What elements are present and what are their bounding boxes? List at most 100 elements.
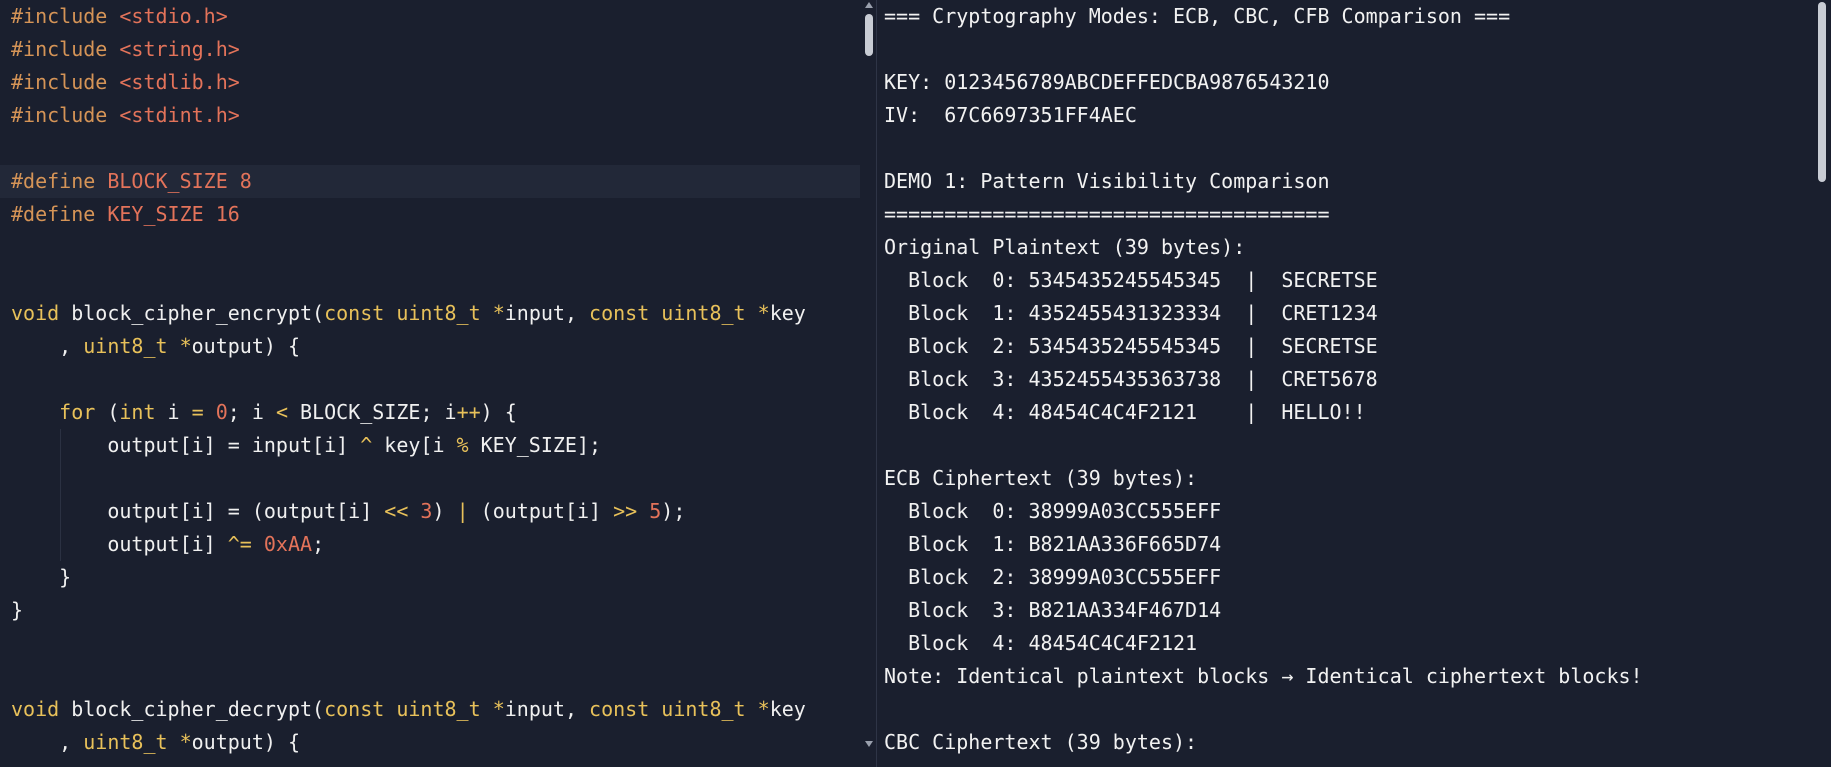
code-token: <string.h> [119,37,240,61]
code-line[interactable]: void block_cipher_encrypt(const uint8_t … [0,297,856,330]
code-line[interactable]: } [0,594,856,627]
code-line[interactable]: } [0,561,856,594]
code-line[interactable]: #include <stdlib.h> [0,66,856,99]
code-line[interactable] [0,363,856,396]
code-line[interactable]: #define KEY_SIZE 16 [0,198,856,231]
output-scrollbar[interactable] [1815,0,1829,767]
output-line: Note: Identical plaintext blocks → Ident… [884,664,1643,688]
output-scrollbar-thumb[interactable] [1818,2,1826,182]
indent-guide [60,462,61,495]
code-token: ; i [227,400,276,424]
code-token: ) [432,499,457,523]
output-line: Block 3: B821AA334F467D14 [884,598,1222,622]
code-token: >> [613,499,638,523]
output-line: Block 0: 38999A03CC555EFF [884,499,1222,523]
code-token: uint8_t [396,697,481,721]
code-token: 0 [215,400,228,424]
code-token: input, [504,301,590,325]
code-token: block_cipher_decrypt( [59,697,325,721]
editor-scrollbar[interactable] [862,0,876,767]
code-token: * [179,730,192,754]
code-token: int [119,400,156,424]
output-line: Block 1: 4352455431323334 | CRET1234 [884,301,1378,325]
code-line[interactable]: for (int i = 0; i < BLOCK_SIZE; i++) { [0,396,856,429]
code-line[interactable]: #define BLOCK_SIZE 8 [0,165,860,198]
code-token: const [324,301,385,325]
code-token: <stdio.h> [119,4,228,28]
code-line[interactable]: #include <string.h> [0,33,856,66]
code-editor[interactable]: #include <stdio.h> #include <string.h> #in… [0,0,876,767]
code-line[interactable] [0,264,856,297]
code-line[interactable] [0,660,856,693]
code-line[interactable]: #include <stdint.h> [0,99,856,132]
output-lines: === Cryptography Modes: ECB, CBC, CFB Co… [877,0,1811,759]
output-line: Block 4: 48454C4C4F2121 [884,631,1198,655]
code-line[interactable]: output[i] ^= 0xAA; [0,528,856,561]
code-line[interactable] [0,132,856,165]
code-line[interactable] [0,231,856,264]
code-token: ++ [456,400,481,424]
scroll-down-arrow-icon[interactable] [865,741,873,747]
code-token: KEY_SIZE]; [468,433,602,457]
code-token: } [11,598,24,622]
output-line: KEY: 0123456789ABCDEFFEDCBA9876543210 [884,70,1330,94]
code-line[interactable]: output[i] = (output[i] << 3) | (output[i… [0,495,856,528]
code-token: <stdlib.h> [119,70,240,94]
code-line[interactable]: #include <stdio.h> [0,0,856,33]
code-line[interactable]: , uint8_t *output) { [0,330,856,363]
indent-guide [60,495,61,528]
code-token: ^= [227,532,252,556]
code-lines: #include <stdio.h> #include <string.h> #in… [0,0,860,759]
code-line[interactable] [0,627,856,660]
code-token: output[i] = (output[i] [11,499,385,523]
code-token: output) { [191,730,301,754]
terminal-output: === Cryptography Modes: ECB, CBC, CFB Co… [877,0,1831,767]
code-token: #define [11,169,108,193]
output-line: CBC Ciphertext (39 bytes): [884,730,1198,754]
code-token: % [456,433,469,457]
code-token: #include [11,70,120,94]
code-token: * [492,697,505,721]
code-line[interactable]: output[i] = input[i] ^ key[i % KEY_SIZE]… [0,429,856,462]
code-token: void [11,697,60,721]
output-line: Block 0: 5345435245545345 | SECRETSE [884,268,1378,292]
code-line[interactable]: void block_cipher_decrypt(const uint8_t … [0,693,856,726]
code-token: , [11,334,84,358]
output-line: Block 2: 38999A03CC555EFF [884,565,1222,589]
output-line: Block 4: 48454C4C4F2121 | HELLO!! [884,400,1366,424]
code-token: * [757,697,770,721]
code-line[interactable] [0,462,856,495]
output-line: IV: 67C6697351FF4AEC [884,103,1137,127]
code-token: #include [11,37,120,61]
code-token: uint8_t [661,697,746,721]
output-line: Original Plaintext (39 bytes): [884,235,1246,259]
code-token: BLOCK_SIZE 8 [107,169,252,193]
code-token: 0xAA [263,532,313,556]
code-token: key [769,301,806,325]
scroll-up-arrow-icon[interactable] [865,2,873,8]
code-token: = [191,400,204,424]
code-token: ); [661,499,686,523]
code-token: key [769,697,806,721]
code-token: ^ [360,433,373,457]
output-line: Block 3: 4352455435363738 | CRET5678 [884,367,1378,391]
code-token: void [11,301,60,325]
code-token: BLOCK_SIZE; i [288,400,457,424]
code-line[interactable]: , uint8_t *output) { [0,726,856,759]
editor-scrollbar-thumb[interactable] [865,14,873,56]
output-line: === Cryptography Modes: ECB, CBC, CFB Co… [884,4,1511,28]
code-token: * [757,301,770,325]
code-token: input, [504,697,590,721]
